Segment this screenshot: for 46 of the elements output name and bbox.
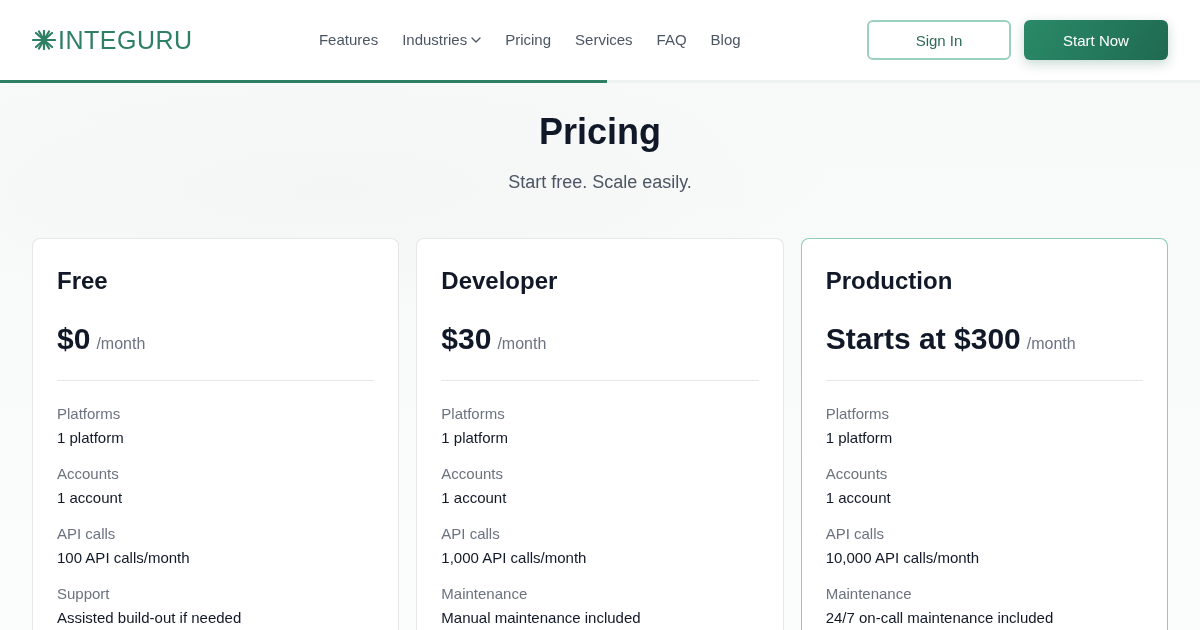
- nav-link[interactable]: Features: [318, 30, 379, 50]
- feature-label: API calls: [441, 524, 500, 544]
- feature-label: Support: [57, 584, 110, 604]
- nav-link[interactable]: Industries: [402, 30, 482, 50]
- feature-label: Platforms: [825, 404, 889, 424]
- starburst-logo-icon: [32, 30, 56, 50]
- feature-value: 1,000 API calls/month: [441, 548, 587, 568]
- feature-label: API calls: [57, 524, 116, 544]
- plan-name: Free: [57, 266, 108, 296]
- feature-label: Maintenance: [441, 584, 528, 604]
- page-subtitle: Start free. Scale easily.: [508, 171, 692, 194]
- price-period: /month: [1026, 335, 1076, 353]
- feature-value: 1 account: [825, 488, 891, 508]
- feature-label: Platforms: [441, 404, 505, 424]
- nav-link[interactable]: Blog: [710, 30, 741, 50]
- nav-link[interactable]: Services: [575, 30, 633, 50]
- price-period: /month: [497, 335, 547, 353]
- feature-value: 1 account: [441, 488, 507, 508]
- price-period: /month: [96, 335, 146, 353]
- feature-value: 1 platform: [441, 428, 509, 448]
- plan-price: Starts at $300: [825, 321, 1021, 357]
- feature-value: 1 account: [57, 488, 123, 508]
- feature-label: Maintenance: [825, 584, 912, 604]
- chevron-down-icon: [471, 37, 482, 43]
- feature-value: 10,000 API calls/month: [825, 548, 980, 568]
- plan-price: $30: [441, 321, 492, 357]
- feature-label: Accounts: [441, 464, 504, 484]
- feature-value: 24/7 on-call maintenance included: [825, 608, 1054, 628]
- plan-name: Production: [825, 266, 953, 296]
- feature-label: Accounts: [57, 464, 119, 484]
- feature-value: 1 platform: [57, 428, 124, 448]
- start-button[interactable]: Start Now: [1024, 20, 1168, 60]
- nav-link[interactable]: FAQ: [656, 30, 687, 50]
- sign-in-button[interactable]: Sign In: [867, 20, 1011, 60]
- feature-label: Platforms: [57, 404, 121, 424]
- feature-label: Accounts: [825, 464, 888, 484]
- nav-link[interactable]: Pricing: [505, 30, 552, 50]
- feature-value: Assisted build-out if needed: [57, 608, 242, 628]
- plan-name: Developer: [441, 266, 558, 296]
- plan-price: $0: [57, 321, 91, 357]
- feature-value: 1 platform: [825, 428, 893, 448]
- brand-name[interactable]: INTEGURU: [58, 25, 193, 55]
- page-title: Pricing: [539, 110, 661, 154]
- feature-value: 100 API calls/month: [57, 548, 190, 568]
- feature-value: Manual maintenance included: [441, 608, 641, 628]
- feature-label: API calls: [825, 524, 884, 544]
